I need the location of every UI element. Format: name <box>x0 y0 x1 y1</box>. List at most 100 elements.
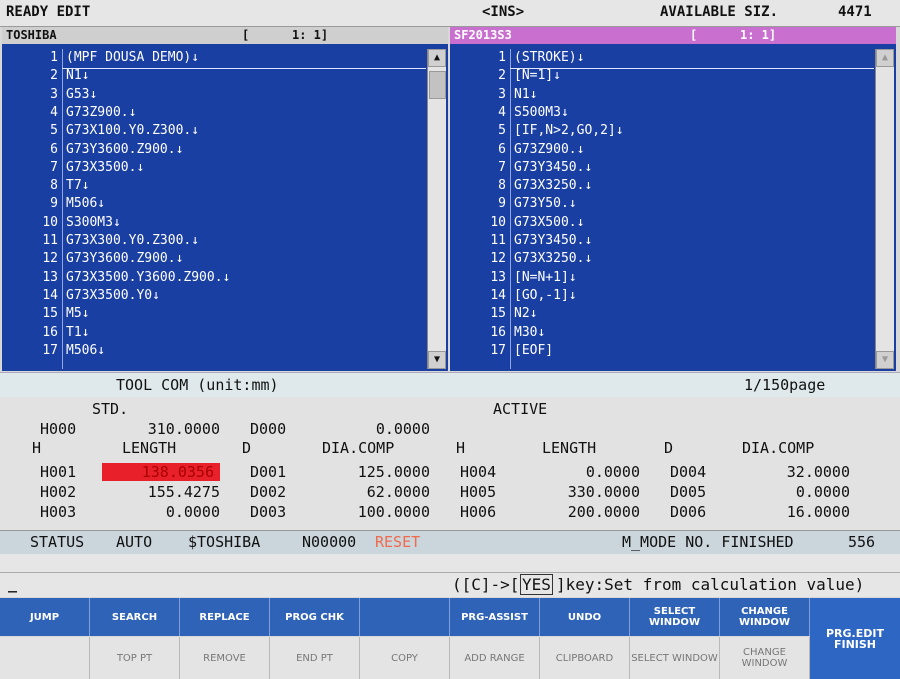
line-number: 6 <box>498 141 506 157</box>
code-line[interactable]: M5↓ <box>66 305 89 323</box>
softkey-bottom-2[interactable]: TOP PT <box>90 637 180 679</box>
code-line[interactable]: G73Y3600.Z900.↓ <box>66 141 183 159</box>
code-line[interactable]: G73Z900.↓ <box>514 141 584 159</box>
code-line[interactable]: [IF,N>2,GO,2]↓ <box>514 122 624 140</box>
h000-value[interactable]: 310.0000 <box>110 420 220 438</box>
line-number: 5 <box>498 123 506 139</box>
left-program-window[interactable]: TOSHIBA [ 1: 1] 1 (MPF DOUSA DEMO)↓ 2 N1↓ 3 G… <box>2 27 448 371</box>
code-line[interactable]: M506↓ <box>66 195 105 213</box>
line-number: 11 <box>42 233 58 248</box>
tool-dia-value[interactable]: 0.0000 <box>740 483 850 501</box>
code-line[interactable]: S500M3↓ <box>514 104 569 122</box>
tool-length-value[interactable]: 0.0000 <box>102 503 220 521</box>
code-line[interactable]: G73Y3600.Z900.↓ <box>66 250 183 268</box>
code-line[interactable]: G73Y50.↓ <box>514 195 577 213</box>
prg-edit-finish-button[interactable]: PRG.EDIT FINISH <box>810 598 900 679</box>
softkey-bottom-3[interactable]: REMOVE <box>180 637 270 679</box>
code-line[interactable]: S300M3↓ <box>66 214 121 232</box>
scroll-up-arrow-icon[interactable]: ▲ <box>428 49 446 67</box>
scroll-down-arrow-icon[interactable]: ▼ <box>428 351 446 369</box>
code-line[interactable]: T1↓ <box>66 324 89 342</box>
softkey-bottom-1[interactable] <box>0 637 90 679</box>
line-number: 7 <box>50 159 58 175</box>
col-length-header: LENGTH <box>542 439 597 457</box>
d000-label: D000 <box>250 420 287 438</box>
tool-dia-value[interactable]: 125.0000 <box>320 463 430 481</box>
code-line[interactable]: [N=1]↓ <box>514 67 561 85</box>
code-line[interactable]: G73Z900.↓ <box>66 104 136 122</box>
code-line[interactable]: G53↓ <box>66 86 97 104</box>
softkey-top-4[interactable]: PROG CHK <box>270 598 360 636</box>
col-d-header: D <box>664 439 674 457</box>
softkey-top-8[interactable]: SELECT WINDOW <box>630 598 720 636</box>
line-number: 10 <box>42 214 58 230</box>
code-line[interactable]: G73X3500.Y0↓ <box>66 287 160 305</box>
softkey-bottom-5[interactable]: COPY <box>360 637 450 679</box>
right-cursor-position: 1: 1] <box>740 28 777 42</box>
code-line[interactable]: N1↓ <box>66 67 89 85</box>
code-line[interactable]: G73Y3450.↓ <box>514 232 592 250</box>
softkey-top-7[interactable]: UNDO <box>540 598 630 636</box>
code-line[interactable]: G73X3500.↓ <box>66 159 144 177</box>
softkey-top-9[interactable]: CHANGE WINDOW <box>720 598 810 636</box>
softkey-bottom-7[interactable]: CLIPBOARD <box>540 637 630 679</box>
code-line[interactable]: G73Y3450.↓ <box>514 159 592 177</box>
softkey-bottom-9[interactable]: CHANGE WINDOW <box>720 637 810 679</box>
right-scrollbar[interactable]: ▲ ▼ <box>875 49 894 369</box>
code-line[interactable]: M30↓ <box>514 324 545 342</box>
input-cursor[interactable]: _ <box>8 575 17 593</box>
scroll-up-arrow-icon[interactable]: ▲ <box>876 49 894 67</box>
softkey-top-5[interactable] <box>360 598 450 636</box>
tool-d-number: D001 <box>250 463 287 481</box>
line-number: 14 <box>42 287 58 303</box>
tool-length-value[interactable]: 155.4275 <box>102 483 220 501</box>
softkey-bottom-4[interactable]: END PT <box>270 637 360 679</box>
tool-length-value[interactable]: 0.0000 <box>530 463 640 481</box>
line-number: 14 <box>490 287 506 303</box>
softkey-bottom-8[interactable]: SELECT WINDOW <box>630 637 720 679</box>
tool-h-number: H005 <box>460 483 497 501</box>
code-line[interactable]: G73X3500.Y3600.Z900.↓ <box>66 269 230 287</box>
d000-value[interactable]: 0.0000 <box>320 420 430 438</box>
tool-length-value[interactable]: 138.0356 <box>102 463 220 481</box>
softkey-top-2[interactable]: SEARCH <box>90 598 180 636</box>
code-line[interactable]: T7↓ <box>66 177 89 195</box>
code-line[interactable]: (MPF DOUSA DEMO)↓ <box>66 49 199 67</box>
code-line[interactable]: G73X100.Y0.Z300.↓ <box>66 122 199 140</box>
input-line[interactable]: _ ([C]->[ YES ]key:Set from calculation … <box>0 572 900 597</box>
softkey-top-3[interactable]: REPLACE <box>180 598 270 636</box>
tool-dia-value[interactable]: 32.0000 <box>740 463 850 481</box>
col-length-header: LENGTH <box>122 439 177 457</box>
softkey-top-1[interactable]: JUMP <box>0 598 90 636</box>
line-number: 5 <box>50 123 58 139</box>
code-line[interactable]: N1↓ <box>514 86 537 104</box>
tool-dia-value[interactable]: 16.0000 <box>740 503 850 521</box>
code-line[interactable]: G73X300.Y0.Z300.↓ <box>66 232 199 250</box>
right-program-window[interactable]: SF2013S3 [ 1: 1] 1 (STROKE)↓ 2 [N=1]↓ 3 N1↓ 4 S… <box>450 27 896 371</box>
tool-dia-value[interactable]: 100.0000 <box>320 503 430 521</box>
softkey-top-6[interactable]: PRG-ASSIST <box>450 598 540 636</box>
available-size-label: AVAILABLE SIZ. <box>660 4 779 20</box>
right-code-area[interactable]: 1 (STROKE)↓ 2 [N=1]↓ 3 N1↓ 4 S500M3↓ 5 [IF,N>2,GO… <box>454 49 874 369</box>
code-line[interactable]: [EOF] <box>514 342 553 360</box>
code-line[interactable]: G73X3250.↓ <box>514 250 592 268</box>
code-line[interactable]: G73X500.↓ <box>514 214 584 232</box>
code-line[interactable]: M506↓ <box>66 342 105 360</box>
tool-length-value[interactable]: 330.0000 <box>530 483 640 501</box>
line-number: 16 <box>42 324 58 340</box>
left-scrollbar[interactable]: ▲ ▼ <box>427 49 446 369</box>
message-line <box>0 554 900 572</box>
tool-dia-value[interactable]: 62.0000 <box>320 483 430 501</box>
code-line[interactable]: (STROKE)↓ <box>514 49 584 67</box>
left-code-area[interactable]: 1 (MPF DOUSA DEMO)↓ 2 N1↓ 3 G53↓ 4 G73Z900.↓ 5 G7… <box>6 49 426 369</box>
tool-length-value[interactable]: 200.0000 <box>530 503 640 521</box>
code-line[interactable]: [GO,-1]↓ <box>514 287 577 305</box>
line-number: 11 <box>490 233 506 248</box>
scroll-down-arrow-icon[interactable]: ▼ <box>876 351 894 369</box>
code-line[interactable]: N2↓ <box>514 305 537 323</box>
code-line[interactable]: G73X3250.↓ <box>514 177 592 195</box>
scroll-thumb[interactable] <box>429 71 446 99</box>
code-line[interactable]: [N=N+1]↓ <box>514 269 577 287</box>
softkey-bottom-6[interactable]: ADD RANGE <box>450 637 540 679</box>
line-number: 3 <box>50 86 58 102</box>
